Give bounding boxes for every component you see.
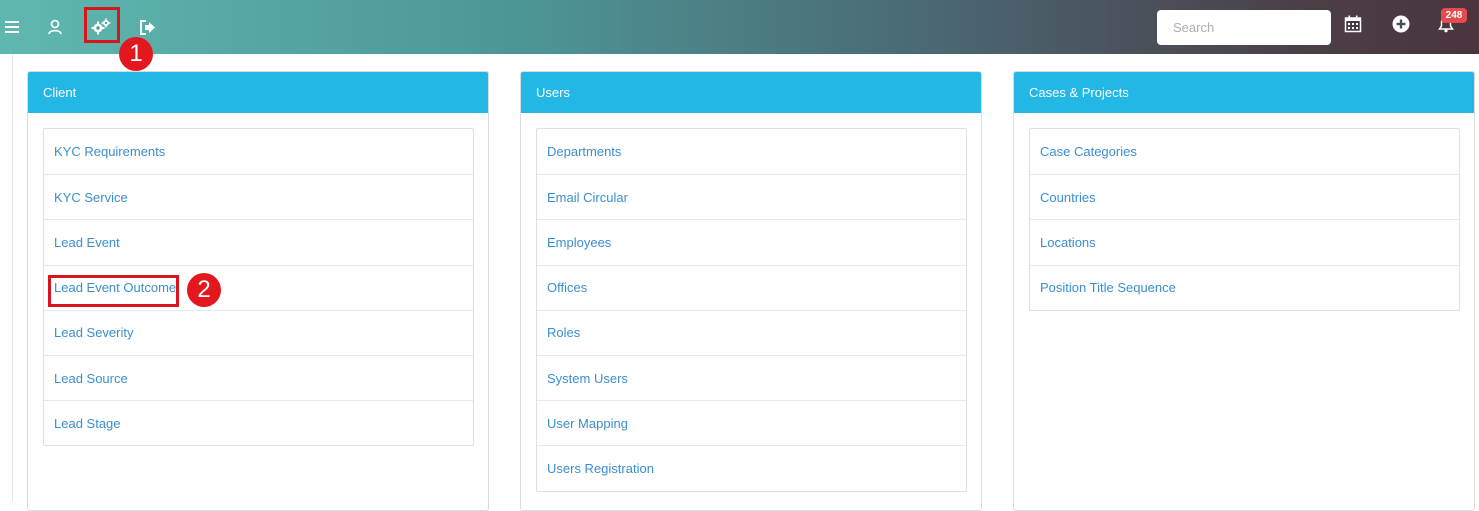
link-users-registration[interactable]: Users Registration <box>537 445 966 490</box>
cases-projects-panel-header: Cases & Projects <box>1014 72 1474 113</box>
link-email-circular[interactable]: Email Circular <box>537 174 966 219</box>
sidebar-divider <box>12 54 13 501</box>
link-departments[interactable]: Departments <box>537 129 966 174</box>
link-position-title-sequence[interactable]: Position Title Sequence <box>1030 264 1459 310</box>
hamburger-menu-icon[interactable] <box>0 13 24 41</box>
link-system-users[interactable]: System Users <box>537 354 966 400</box>
link-employees[interactable]: Employees <box>537 219 966 264</box>
link-lead-event[interactable]: Lead Event <box>44 219 473 264</box>
link-kyc-service[interactable]: KYC Service <box>44 174 473 219</box>
link-offices[interactable]: Offices <box>537 264 966 310</box>
link-case-categories[interactable]: Case Categories <box>1030 129 1459 174</box>
link-locations[interactable]: Locations <box>1030 219 1459 264</box>
link-lead-severity[interactable]: Lead Severity <box>44 309 473 355</box>
settings-highlight-box <box>84 7 120 43</box>
users-panel-header: Users <box>521 72 981 113</box>
plus-circle-icon[interactable] <box>1392 15 1412 35</box>
calendar-icon[interactable] <box>1344 15 1364 35</box>
step-1-badge: 1 <box>119 37 153 71</box>
top-navigation-bar: 248 <box>0 0 1479 54</box>
notification-count-badge: 248 <box>1441 8 1467 23</box>
cases-projects-link-list: Case Categories Countries Locations Posi… <box>1029 128 1460 311</box>
link-roles[interactable]: Roles <box>537 309 966 355</box>
client-panel-header: Client <box>28 72 488 113</box>
link-countries[interactable]: Countries <box>1030 174 1459 219</box>
users-link-list: Departments Email Circular Employees Off… <box>536 128 967 492</box>
link-lead-source[interactable]: Lead Source <box>44 354 473 400</box>
lead-event-outcome-highlight-box <box>48 275 179 307</box>
user-icon[interactable] <box>41 13 69 41</box>
link-kyc-requirements[interactable]: KYC Requirements <box>44 129 473 174</box>
step-2-badge: 2 <box>187 273 221 307</box>
search-input[interactable] <box>1157 10 1331 45</box>
users-panel: Users Departments Email Circular Employe… <box>520 71 982 511</box>
link-lead-stage[interactable]: Lead Stage <box>44 400 473 445</box>
cases-projects-panel: Cases & Projects Case Categories Countri… <box>1013 71 1475 511</box>
link-user-mapping[interactable]: User Mapping <box>537 400 966 445</box>
